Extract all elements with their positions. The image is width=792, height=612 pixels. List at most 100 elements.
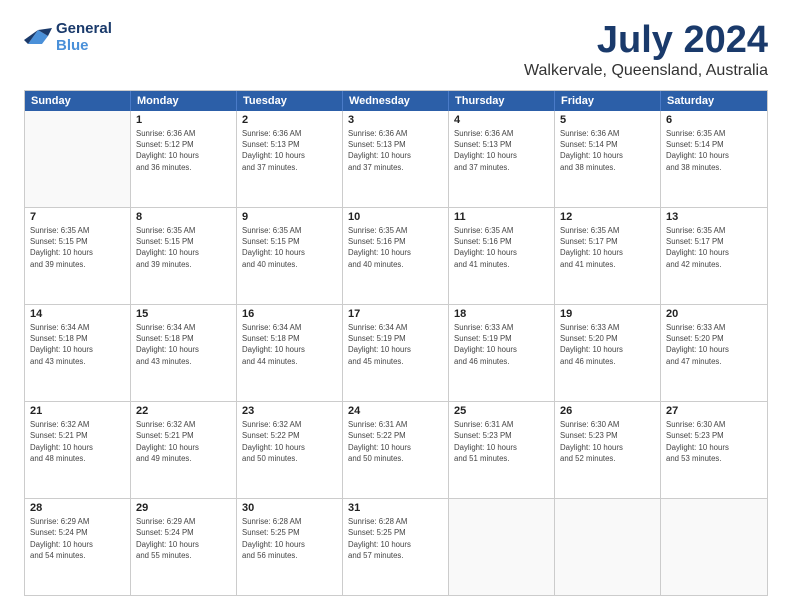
- day-number: 7: [30, 211, 125, 223]
- calendar-body: 1 Sunrise: 6:36 AM Sunset: 5:12 PM Daylig…: [25, 111, 767, 595]
- day-info: Sunrise: 6:31 AM Sunset: 5:23 PM Dayligh…: [454, 419, 549, 464]
- day-info: Sunrise: 6:34 AM Sunset: 5:19 PM Dayligh…: [348, 322, 443, 367]
- day-number: 1: [136, 114, 231, 126]
- day-info: Sunrise: 6:32 AM Sunset: 5:21 PM Dayligh…: [136, 419, 231, 464]
- calendar-cell: 26 Sunrise: 6:30 AM Sunset: 5:23 PM Dayli…: [555, 402, 661, 498]
- day-number: 4: [454, 114, 549, 126]
- day-number: 8: [136, 211, 231, 223]
- day-number: 26: [560, 405, 655, 417]
- day-number: 3: [348, 114, 443, 126]
- calendar-cell: 27 Sunrise: 6:30 AM Sunset: 5:23 PM Dayli…: [661, 402, 767, 498]
- calendar-cell: 6Sunrise: 6:35 AM Sunset: 5:14 PM Daylig…: [661, 111, 767, 207]
- week-row-1: 1 Sunrise: 6:36 AM Sunset: 5:12 PM Daylig…: [25, 111, 767, 208]
- day-info: Sunrise: 6:31 AM Sunset: 5:22 PM Dayligh…: [348, 419, 443, 464]
- day-info: Sunrise: 6:35 AM Sunset: 5:15 PM Dayligh…: [136, 225, 231, 270]
- day-number: 23: [242, 405, 337, 417]
- calendar-cell: 24Sunrise: 6:31 AM Sunset: 5:22 PM Dayli…: [343, 402, 449, 498]
- calendar-header: SundayMondayTuesdayWednesdayThursdayFrid…: [25, 91, 767, 111]
- day-info: Sunrise: 6:29 AM Sunset: 5:24 PM Dayligh…: [136, 516, 231, 561]
- calendar-cell: 20 Sunrise: 6:33 AM Sunset: 5:20 PM Dayli…: [661, 305, 767, 401]
- day-info: Sunrise: 6:35 AM Sunset: 5:15 PM Dayligh…: [30, 225, 125, 270]
- calendar-cell: 22 Sunrise: 6:32 AM Sunset: 5:21 PM Dayli…: [131, 402, 237, 498]
- day-number: 17: [348, 308, 443, 320]
- logo: General Blue: [24, 20, 112, 54]
- day-info: Sunrise: 6:35 AM Sunset: 5:17 PM Dayligh…: [666, 225, 762, 270]
- day-number: 30: [242, 502, 337, 514]
- header: General Blue July 2024 Walkervale, Queen…: [24, 20, 768, 80]
- calendar-cell: [555, 499, 661, 595]
- day-info: Sunrise: 6:34 AM Sunset: 5:18 PM Dayligh…: [30, 322, 125, 367]
- day-number: 5: [560, 114, 655, 126]
- calendar-cell: 23 Sunrise: 6:32 AM Sunset: 5:22 PM Dayli…: [237, 402, 343, 498]
- subtitle: Walkervale, Queensland, Australia: [524, 62, 768, 80]
- day-info: Sunrise: 6:36 AM Sunset: 5:13 PM Dayligh…: [454, 128, 549, 173]
- title-block: July 2024 Walkervale, Queensland, Austra…: [524, 20, 768, 80]
- day-number: 27: [666, 405, 762, 417]
- calendar-cell: 2 Sunrise: 6:36 AM Sunset: 5:13 PM Daylig…: [237, 111, 343, 207]
- calendar-cell: 12 Sunrise: 6:35 AM Sunset: 5:17 PM Dayli…: [555, 208, 661, 304]
- calendar-cell: 14 Sunrise: 6:34 AM Sunset: 5:18 PM Dayli…: [25, 305, 131, 401]
- day-info: Sunrise: 6:34 AM Sunset: 5:18 PM Dayligh…: [242, 322, 337, 367]
- day-number: 12: [560, 211, 655, 223]
- day-number: 11: [454, 211, 549, 223]
- main-title: July 2024: [524, 20, 768, 62]
- calendar-cell: 25 Sunrise: 6:31 AM Sunset: 5:23 PM Dayli…: [449, 402, 555, 498]
- day-info: Sunrise: 6:35 AM Sunset: 5:14 PM Dayligh…: [666, 128, 762, 173]
- day-number: 28: [30, 502, 125, 514]
- calendar-cell: 18Sunrise: 6:33 AM Sunset: 5:19 PM Dayli…: [449, 305, 555, 401]
- day-info: Sunrise: 6:35 AM Sunset: 5:15 PM Dayligh…: [242, 225, 337, 270]
- day-info: Sunrise: 6:36 AM Sunset: 5:13 PM Dayligh…: [348, 128, 443, 173]
- day-number: 29: [136, 502, 231, 514]
- day-number: 19: [560, 308, 655, 320]
- day-number: 22: [136, 405, 231, 417]
- day-info: Sunrise: 6:28 AM Sunset: 5:25 PM Dayligh…: [348, 516, 443, 561]
- calendar-cell: 4 Sunrise: 6:36 AM Sunset: 5:13 PM Daylig…: [449, 111, 555, 207]
- calendar-cell: 16Sunrise: 6:34 AM Sunset: 5:18 PM Dayli…: [237, 305, 343, 401]
- calendar-cell: 31Sunrise: 6:28 AM Sunset: 5:25 PM Dayli…: [343, 499, 449, 595]
- header-day-thursday: Thursday: [449, 91, 555, 111]
- day-number: 21: [30, 405, 125, 417]
- week-row-4: 21 Sunrise: 6:32 AM Sunset: 5:21 PM Dayli…: [25, 402, 767, 499]
- calendar-cell: 13 Sunrise: 6:35 AM Sunset: 5:17 PM Dayli…: [661, 208, 767, 304]
- calendar-cell: 5 Sunrise: 6:36 AM Sunset: 5:14 PM Daylig…: [555, 111, 661, 207]
- day-info: Sunrise: 6:34 AM Sunset: 5:18 PM Dayligh…: [136, 322, 231, 367]
- calendar-cell: 17 Sunrise: 6:34 AM Sunset: 5:19 PM Dayli…: [343, 305, 449, 401]
- calendar-cell: 30 Sunrise: 6:28 AM Sunset: 5:25 PM Dayli…: [237, 499, 343, 595]
- calendar-cell: 3 Sunrise: 6:36 AM Sunset: 5:13 PM Daylig…: [343, 111, 449, 207]
- day-number: 25: [454, 405, 549, 417]
- calendar-cell: 10 Sunrise: 6:35 AM Sunset: 5:16 PM Dayli…: [343, 208, 449, 304]
- calendar-cell: 19Sunrise: 6:33 AM Sunset: 5:20 PM Dayli…: [555, 305, 661, 401]
- week-row-3: 14 Sunrise: 6:34 AM Sunset: 5:18 PM Dayli…: [25, 305, 767, 402]
- day-info: Sunrise: 6:36 AM Sunset: 5:13 PM Dayligh…: [242, 128, 337, 173]
- week-row-2: 7 Sunrise: 6:35 AM Sunset: 5:15 PM Daylig…: [25, 208, 767, 305]
- day-number: 2: [242, 114, 337, 126]
- calendar-cell: 28Sunrise: 6:29 AM Sunset: 5:24 PM Dayli…: [25, 499, 131, 595]
- calendar-cell: 11Sunrise: 6:35 AM Sunset: 5:16 PM Dayli…: [449, 208, 555, 304]
- header-day-friday: Friday: [555, 91, 661, 111]
- header-day-tuesday: Tuesday: [237, 91, 343, 111]
- day-info: Sunrise: 6:35 AM Sunset: 5:17 PM Dayligh…: [560, 225, 655, 270]
- header-day-saturday: Saturday: [661, 91, 767, 111]
- day-number: 20: [666, 308, 762, 320]
- day-info: Sunrise: 6:35 AM Sunset: 5:16 PM Dayligh…: [348, 225, 443, 270]
- day-info: Sunrise: 6:36 AM Sunset: 5:14 PM Dayligh…: [560, 128, 655, 173]
- day-number: 14: [30, 308, 125, 320]
- day-number: 10: [348, 211, 443, 223]
- calendar-cell: [661, 499, 767, 595]
- day-info: Sunrise: 6:30 AM Sunset: 5:23 PM Dayligh…: [560, 419, 655, 464]
- header-day-sunday: Sunday: [25, 91, 131, 111]
- day-info: Sunrise: 6:36 AM Sunset: 5:12 PM Dayligh…: [136, 128, 231, 173]
- page: General Blue July 2024 Walkervale, Queen…: [0, 0, 792, 612]
- calendar-cell: 1 Sunrise: 6:36 AM Sunset: 5:12 PM Daylig…: [131, 111, 237, 207]
- day-info: Sunrise: 6:33 AM Sunset: 5:20 PM Dayligh…: [666, 322, 762, 367]
- day-number: 13: [666, 211, 762, 223]
- calendar-cell: 15 Sunrise: 6:34 AM Sunset: 5:18 PM Dayli…: [131, 305, 237, 401]
- day-info: Sunrise: 6:33 AM Sunset: 5:19 PM Dayligh…: [454, 322, 549, 367]
- day-info: Sunrise: 6:32 AM Sunset: 5:22 PM Dayligh…: [242, 419, 337, 464]
- calendar-cell: [25, 111, 131, 207]
- day-number: 15: [136, 308, 231, 320]
- day-info: Sunrise: 6:28 AM Sunset: 5:25 PM Dayligh…: [242, 516, 337, 561]
- logo-text: General Blue: [56, 20, 112, 54]
- day-info: Sunrise: 6:30 AM Sunset: 5:23 PM Dayligh…: [666, 419, 762, 464]
- calendar-cell: [449, 499, 555, 595]
